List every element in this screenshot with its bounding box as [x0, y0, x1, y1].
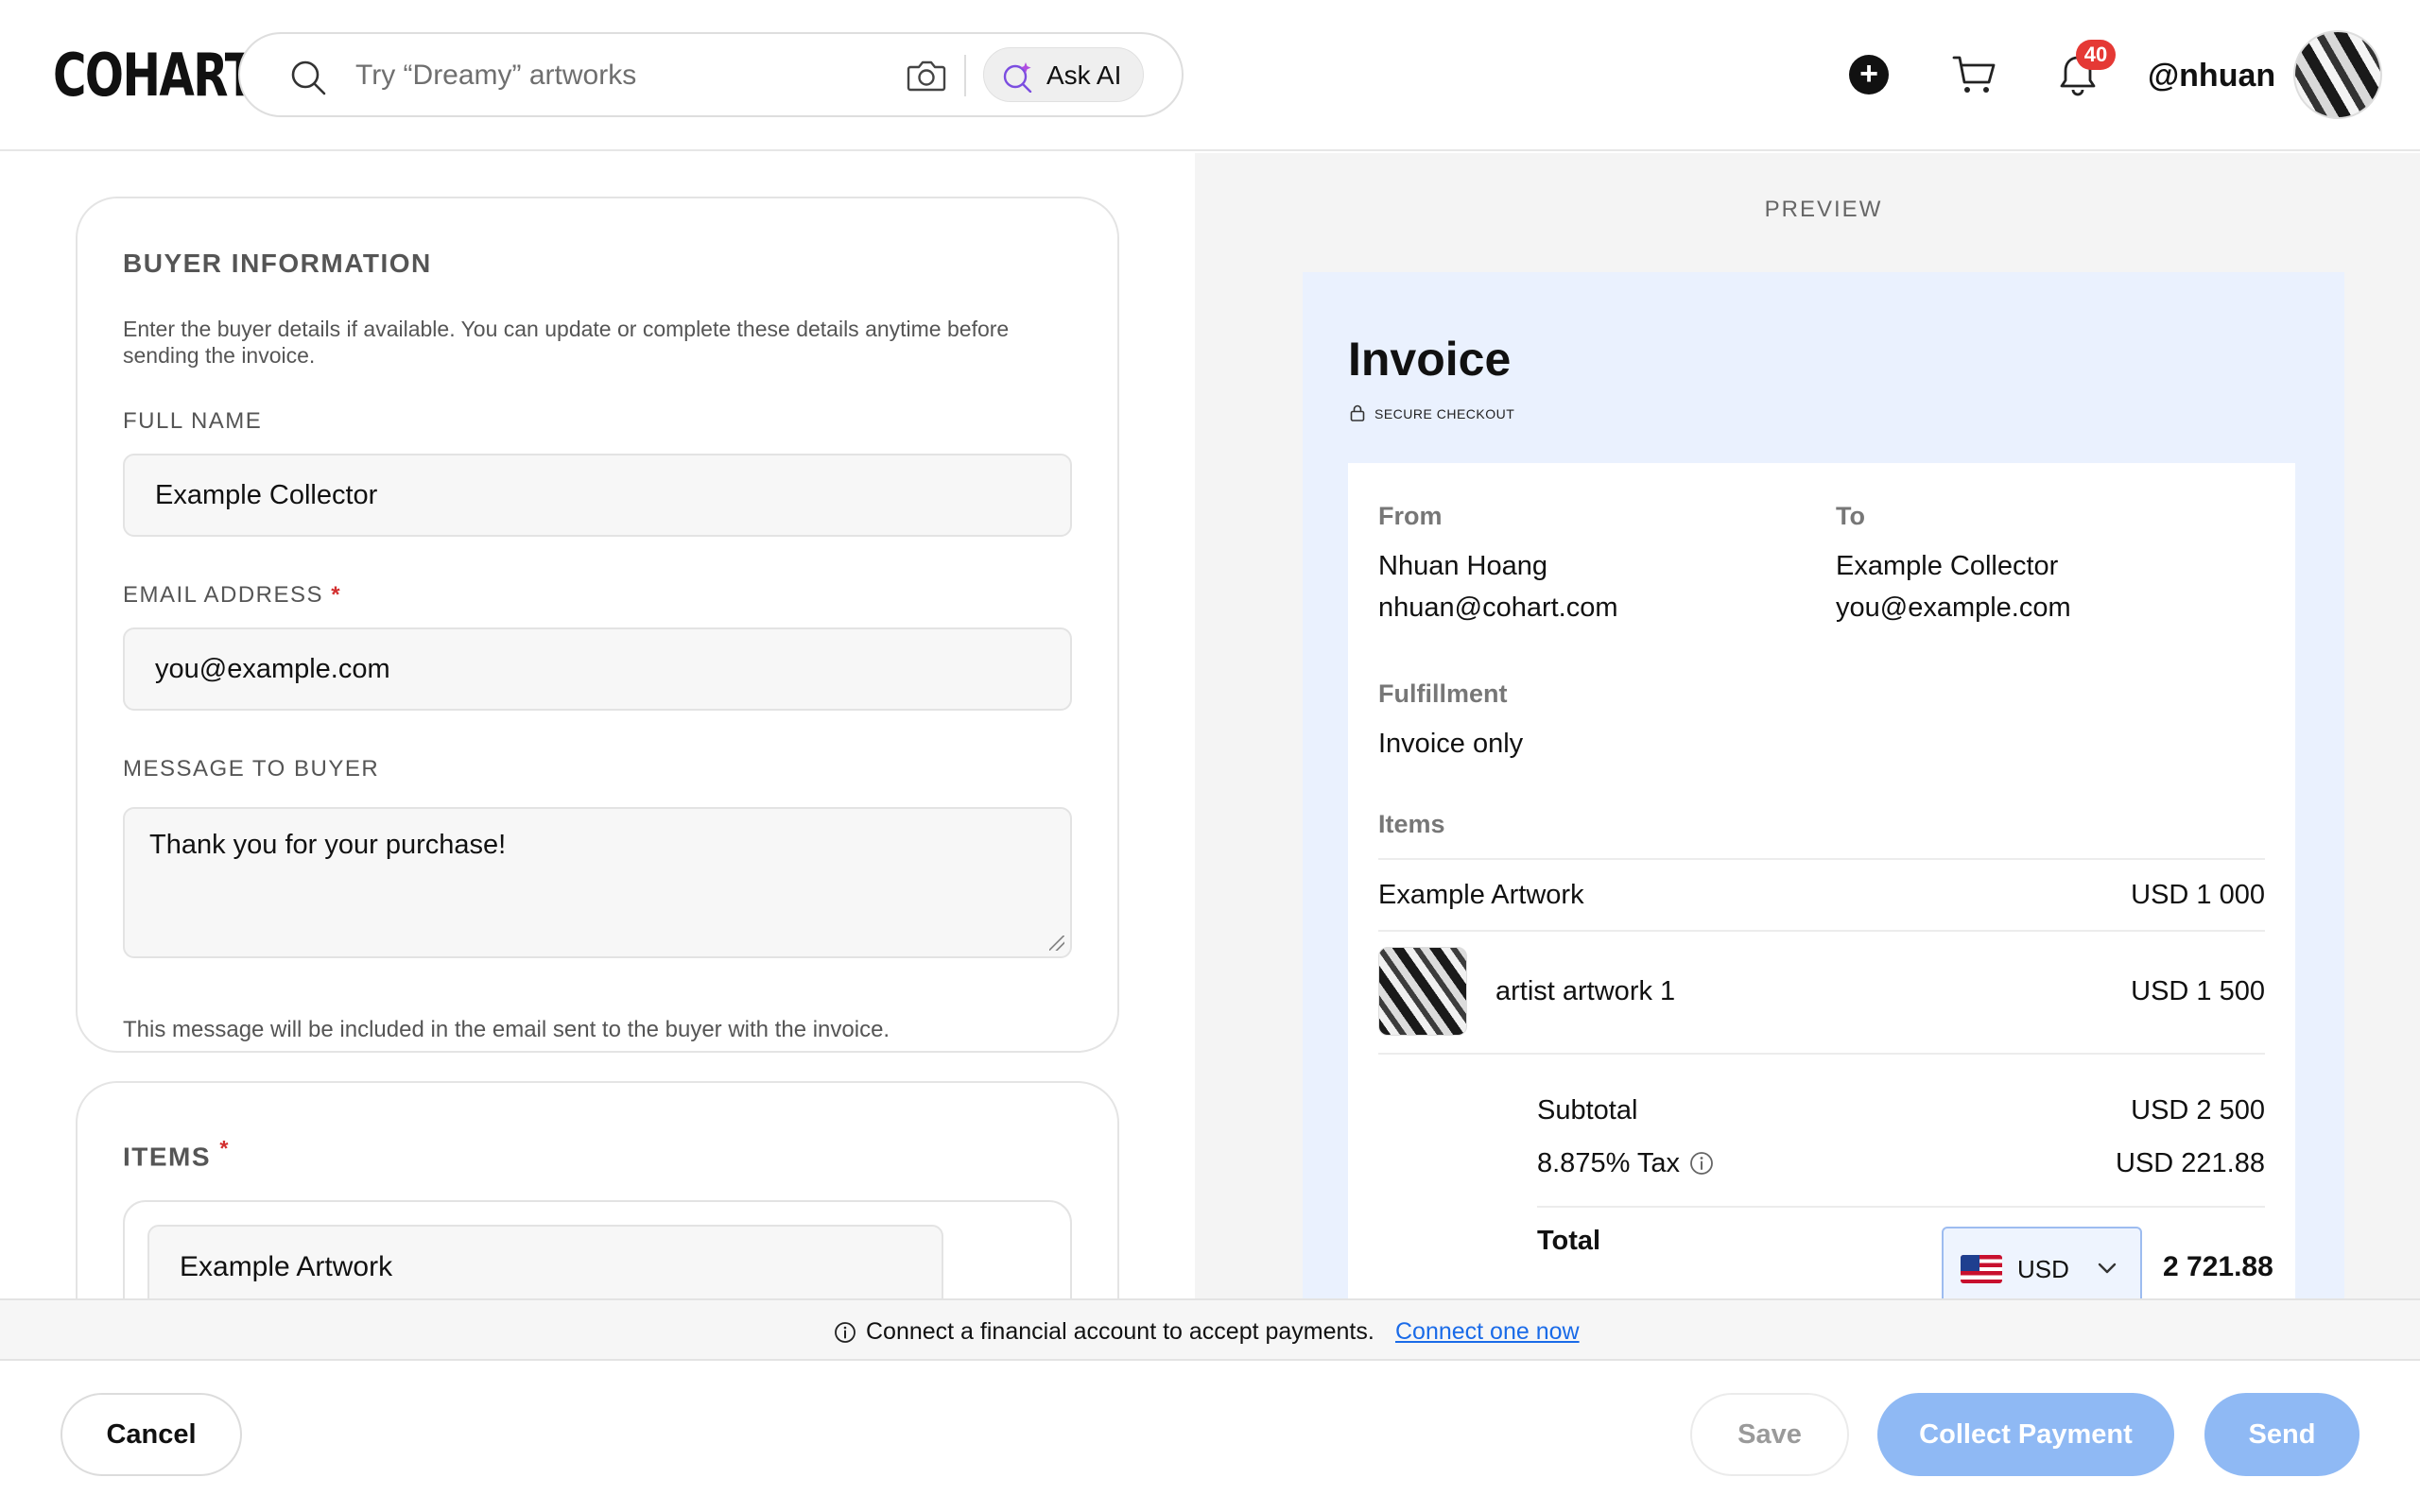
ai-sparkle-icon [1003, 62, 1032, 93]
cohart-logo[interactable]: COHART [53, 42, 256, 110]
collect-payment-button[interactable]: Collect Payment [1877, 1393, 2174, 1476]
items-label: Items [1378, 810, 1445, 838]
items-card: ITEMS * Example Artwork [76, 1081, 1119, 1298]
total-label: Total [1537, 1226, 1601, 1256]
tax-row-label: 8.875% Tax [1537, 1147, 1714, 1179]
invoice-form: BUYER INFORMATION Enter the buyer detail… [0, 153, 1195, 1298]
search-divider [964, 55, 966, 96]
top-header: COHART Try “Dreamy” artworks Ask AI + 40… [0, 0, 2420, 151]
avatar[interactable] [2293, 30, 2382, 119]
from-name: Nhuan Hoang [1378, 551, 1547, 581]
tax-label: 8.875% Tax [1537, 1148, 1681, 1178]
info-icon[interactable] [1689, 1151, 1714, 1176]
item-entry: Example Artwork [123, 1200, 1072, 1298]
search-bar[interactable]: Try “Dreamy” artworks Ask AI [238, 32, 1184, 117]
buyer-information-description: Enter the buyer details if available. Yo… [123, 317, 1010, 368]
chevron-down-icon [2098, 1263, 2117, 1274]
message-to-buyer-label: MESSAGE TO BUYER [123, 756, 380, 782]
search-input[interactable]: Try “Dreamy” artworks [355, 57, 636, 94]
action-footer: Cancel Save Collect Payment Send [0, 1361, 2420, 1512]
from-label: From [1378, 502, 1443, 530]
message-help-text: This message will be included in the ema… [123, 1017, 890, 1042]
to-label: To [1836, 502, 1865, 530]
invoice-body: From Nhuan Hoang nhuan@cohart.com To Exa… [1348, 463, 2295, 1298]
total-value: 2 721.88 [2163, 1251, 2273, 1282]
required-asterisk: * [331, 582, 342, 608]
buyer-information-card: BUYER INFORMATION Enter the buyer detail… [76, 197, 1119, 1053]
email-input[interactable]: you@example.com [123, 627, 1072, 711]
message-textarea[interactable]: Thank you for your purchase! [123, 807, 1072, 958]
payment-notice-text: Connect a financial account to accept pa… [866, 1318, 1374, 1345]
search-icon [291, 60, 326, 95]
username-label[interactable]: @nhuan [2148, 55, 2275, 96]
invoice-preview-panel: PREVIEW Invoice SECURE CHECKOUT From Nhu… [1195, 153, 2420, 1298]
full-name-label: FULL NAME [123, 408, 263, 434]
line-item-price: USD 1 500 [2131, 976, 2265, 1006]
preview-label: PREVIEW [1764, 197, 1883, 222]
line-item-name: artist artwork 1 [1495, 976, 1676, 1006]
buyer-information-title: BUYER INFORMATION [123, 249, 432, 278]
artwork-thumbnail [1378, 947, 1467, 1036]
notification-badge: 40 [2076, 40, 2116, 70]
camera-icon[interactable] [906, 57, 947, 94]
to-name: Example Collector [1836, 551, 2059, 581]
message-textarea-value: Thank you for your purchase! [149, 830, 507, 860]
items-divider [1378, 858, 2265, 860]
textarea-resize-handle[interactable] [1049, 936, 1064, 951]
us-flag-icon [1961, 1255, 2002, 1283]
line-item-divider [1378, 930, 2265, 932]
line-item-divider [1378, 1053, 2265, 1055]
email-address-label-text: EMAIL ADDRESS [123, 582, 324, 608]
from-email: nhuan@cohart.com [1378, 593, 1618, 623]
save-button[interactable]: Save [1690, 1393, 1849, 1476]
items-title: ITEMS * [123, 1132, 230, 1173]
line-item-price: USD 1 000 [2131, 880, 2265, 910]
cart-icon[interactable] [1951, 53, 1996, 96]
info-icon [835, 1322, 856, 1343]
payment-notice-bar: Connect a financial account to accept pa… [0, 1298, 2420, 1361]
to-email: you@example.com [1836, 593, 2071, 623]
connect-account-link[interactable]: Connect one now [1395, 1317, 1580, 1346]
ask-ai-label: Ask AI [1046, 60, 1122, 90]
secure-checkout-text: SECURE CHECKOUT [1374, 406, 1515, 421]
currency-select[interactable]: USD [1942, 1227, 2142, 1298]
totals-divider [1537, 1206, 2265, 1208]
invoice-preview: Invoice SECURE CHECKOUT From Nhuan Hoang… [1303, 272, 2344, 1298]
fulfillment-label: Fulfillment [1378, 679, 1508, 708]
lock-icon [1350, 404, 1365, 421]
currency-code: USD [2017, 1255, 2069, 1283]
subtotal-value: USD 2 500 [2131, 1095, 2265, 1125]
invoice-title: Invoice [1348, 333, 1512, 386]
item-name-input[interactable]: Example Artwork [147, 1225, 943, 1298]
items-title-text: ITEMS [123, 1142, 212, 1172]
ask-ai-button[interactable]: Ask AI [983, 47, 1144, 102]
send-button[interactable]: Send [2204, 1393, 2360, 1476]
required-asterisk: * [219, 1136, 230, 1160]
line-item-name: Example Artwork [1378, 880, 1584, 910]
full-name-input[interactable]: Example Collector [123, 454, 1072, 537]
fulfillment-value: Invoice only [1378, 729, 1524, 759]
cancel-button[interactable]: Cancel [60, 1393, 242, 1476]
email-address-label: EMAIL ADDRESS * [123, 582, 341, 609]
create-plus-button[interactable]: + [1849, 55, 1889, 94]
subtotal-label: Subtotal [1537, 1095, 1638, 1125]
tax-value: USD 221.88 [2116, 1148, 2265, 1178]
